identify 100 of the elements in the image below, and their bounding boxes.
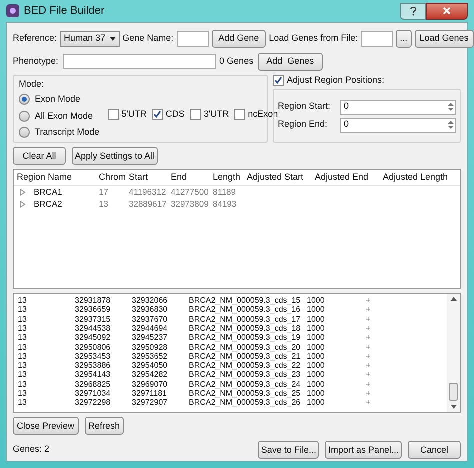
table-cell-text: 13 — [99, 198, 110, 211]
add-genes-button[interactable]: Add Genes — [258, 52, 324, 71]
group-title: Mode: — [19, 78, 46, 91]
radio-button[interactable] — [19, 110, 30, 122]
table-cell-text: 13 — [18, 332, 28, 344]
field-label: Load Genes from File: — [269, 32, 358, 46]
table-cell-text: 32936659 — [75, 304, 112, 316]
table-cell-text: 32936830 — [132, 304, 169, 316]
file-path-field[interactable] — [361, 30, 394, 47]
spin-field[interactable]: 0 — [340, 118, 456, 133]
action-button[interactable]: Apply Settings to All — [72, 147, 158, 166]
expand-arrow-icon[interactable] — [20, 188, 26, 196]
table-cell-text: 1000 — [307, 342, 326, 353]
table-cell-text: 1000 — [307, 295, 326, 306]
table-cell-text: 32971034 — [75, 388, 112, 399]
table-cell-text: 13 — [18, 295, 28, 306]
column-header: Adjusted Start — [247, 171, 305, 184]
table-cell-text: 13 — [18, 378, 28, 390]
table-cell-text: 41196312 — [129, 186, 168, 199]
expand-arrow-icon[interactable] — [20, 200, 26, 208]
table-cell-text: 32972298 — [75, 397, 112, 410]
phenotype-field[interactable] — [62, 54, 216, 70]
spin-arrows-icon — [447, 119, 455, 132]
table-cell-text: 32945237 — [132, 332, 169, 344]
radio-button[interactable] — [19, 94, 30, 106]
checkbox[interactable] — [234, 108, 246, 120]
table-cell-text: BRCA2_NM_000059.3_cds_17 — [189, 314, 302, 325]
table-cell-text: BRCA2_NM_000059.3_cds_25 — [189, 389, 302, 399]
table-cell-text: 13 — [18, 360, 28, 371]
close-button[interactable] — [426, 2, 468, 20]
scroll-down-icon[interactable] — [450, 405, 456, 410]
table-cell-text: 1000 — [307, 397, 326, 410]
load-genes-button[interactable]: Load Genes — [414, 30, 474, 48]
help-button[interactable] — [400, 2, 426, 20]
table-cell-text: 13 — [18, 304, 28, 316]
table-cell-text: 32931878 — [75, 295, 112, 306]
scrollbar[interactable] — [447, 294, 460, 412]
table-cell-text: BRCA2_NM_000059.3_cds_19 — [189, 333, 302, 344]
table-cell-text: 17 — [99, 186, 110, 199]
reference-dropdown[interactable]: Human 37 — [60, 30, 120, 47]
table-cell-text: BRCA2_NM_000059.3_cds_16 — [189, 305, 302, 316]
browse-button[interactable]: ... — [396, 30, 412, 48]
checkbox-label: 3'UTR — [204, 108, 230, 121]
field-label: Reference: — [13, 32, 58, 46]
table-cell-text: 84193 — [213, 198, 238, 211]
table-cell-text: 32953652 — [132, 350, 169, 362]
preview-button[interactable]: Close Preview — [13, 417, 79, 436]
table-cell-text: + — [366, 304, 372, 316]
table-cell-text: BRCA2_NM_000059.3_cds_26 — [189, 398, 302, 410]
table-cell-text: BRCA2_NM_000059.3_cds_15 — [189, 295, 302, 306]
app-icon — [6, 4, 20, 18]
table-cell-text: 32944694 — [132, 322, 169, 334]
spin-field[interactable]: 0 — [340, 100, 456, 115]
table-cell-text: + — [366, 378, 372, 391]
table-cell-text: BRCA1 — [34, 186, 64, 199]
table-cell-text: 32937670 — [132, 314, 169, 325]
table-cell-text: BRCA2_NM_000059.3_cds_20 — [189, 342, 302, 352]
table-cell-text: + — [366, 360, 372, 372]
table-cell-text: + — [366, 369, 372, 382]
checkbox[interactable] — [152, 108, 163, 120]
action-button[interactable]: Clear All — [13, 147, 66, 166]
preview-button[interactable]: Refresh — [84, 417, 124, 436]
caret-icon — [110, 36, 116, 41]
radio-label: Transcript Mode — [35, 126, 100, 140]
scroll-up-icon[interactable] — [450, 297, 456, 302]
field-label: Region End: — [278, 118, 329, 132]
table-cell-text: 32953886 — [75, 360, 112, 371]
table-cell-text: 1000 — [307, 332, 326, 344]
footer-button[interactable]: Save to File... — [258, 441, 320, 460]
table-cell-text: 1000 — [307, 388, 326, 399]
table-cell-text: 13 — [18, 322, 28, 334]
table-cell-text: 41277500 — [171, 186, 210, 199]
checkbox[interactable] — [190, 108, 201, 120]
footer-button[interactable]: Import as Panel... — [325, 441, 402, 460]
radio-label: Exon Mode — [35, 93, 81, 106]
radio-label: All Exon Mode — [35, 110, 94, 123]
status-text: Genes: 2 — [13, 443, 51, 456]
table-cell-text: 32969070 — [132, 378, 169, 390]
spin-arrows-icon — [447, 101, 455, 114]
table-cell-text: BRCA2 — [34, 198, 64, 211]
checkbox-label: 5'UTR — [122, 108, 147, 121]
checkbox[interactable] — [108, 108, 119, 120]
add-gene-button[interactable]: Add Gene — [212, 30, 266, 48]
table-cell-text: 13 — [18, 369, 28, 381]
table-cell-text: 32932066 — [132, 295, 169, 306]
table-cell-text: BRCA2_NM_000059.3_cds_22 — [189, 361, 302, 371]
checkbox-label: ncExon — [248, 108, 278, 121]
scroll-thumb[interactable] — [449, 383, 458, 402]
table-cell-text: + — [366, 332, 372, 344]
field-label: Gene Name: — [122, 32, 174, 46]
checkbox[interactable] — [273, 75, 284, 86]
footer-button[interactable]: Cancel — [408, 441, 461, 460]
table-cell-text: 13 — [18, 342, 28, 353]
table-cell-text: 32971181 — [132, 388, 168, 399]
gene-name-field[interactable] — [176, 30, 209, 47]
help-icon — [410, 6, 416, 16]
radio-button[interactable] — [19, 127, 30, 138]
table-cell-text: 1000 — [307, 369, 326, 381]
table-cell-text: BRCA2_NM_000059.3_cds_23 — [189, 370, 302, 381]
column-header: Chrom — [99, 171, 128, 184]
